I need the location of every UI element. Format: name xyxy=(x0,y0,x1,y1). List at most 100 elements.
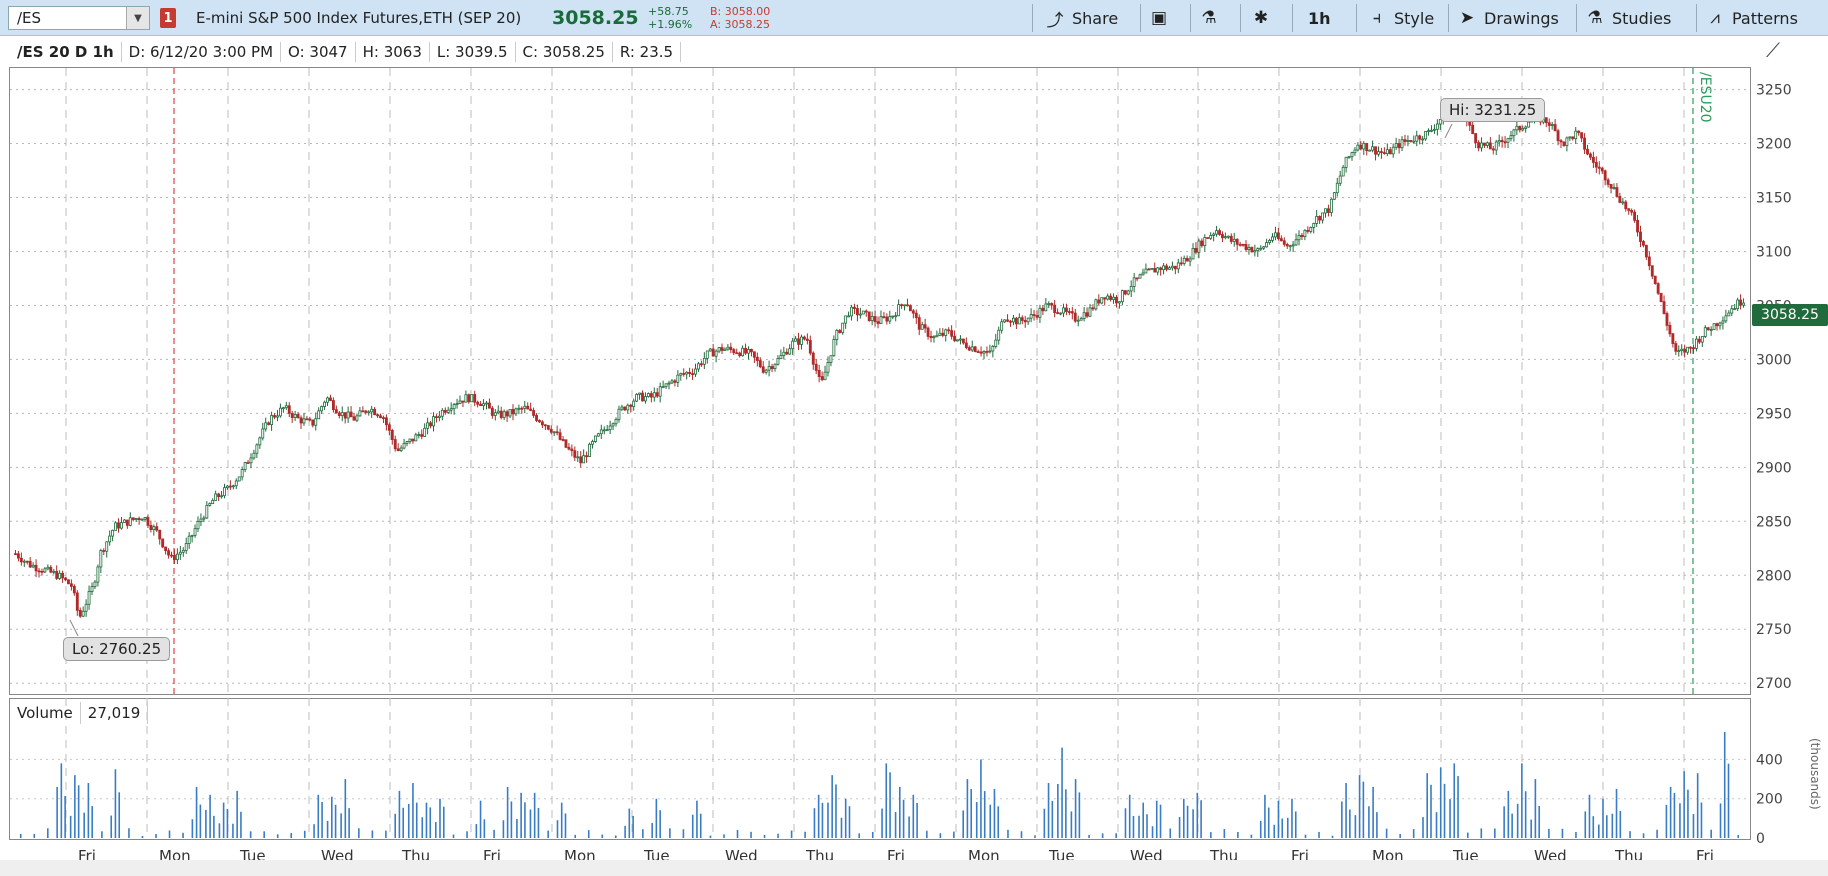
candle-body xyxy=(376,414,379,417)
candle-body xyxy=(1347,156,1351,159)
candle-body xyxy=(1041,307,1045,312)
volume-bar xyxy=(182,832,184,838)
candle-body xyxy=(1341,166,1345,177)
low-callout: Lo: 2760.25 xyxy=(63,637,171,661)
grid-lines xyxy=(10,68,1750,838)
candle-body xyxy=(1733,308,1737,311)
candle-body xyxy=(72,585,76,594)
candle-body xyxy=(137,518,141,520)
volume-bar xyxy=(939,833,942,838)
candle-body xyxy=(1038,307,1042,318)
volume-bar xyxy=(696,800,698,838)
candle-body xyxy=(1385,149,1389,155)
volume-bar xyxy=(1687,789,1689,838)
candle-body xyxy=(1597,166,1601,169)
volume-bar xyxy=(1196,792,1199,838)
candle-body xyxy=(1506,138,1510,143)
candle-body xyxy=(331,400,335,411)
candle-body xyxy=(1380,151,1383,153)
candle-body xyxy=(278,407,282,417)
volume-bar xyxy=(1078,792,1081,838)
candle-body xyxy=(973,346,977,352)
candle-body xyxy=(1303,229,1307,237)
candle-body xyxy=(61,572,65,579)
volume-bar xyxy=(997,806,1000,838)
candle-body xyxy=(755,356,759,361)
candle-body xyxy=(929,336,933,339)
candle-body xyxy=(93,581,97,588)
candle-body xyxy=(488,402,491,409)
volume-bar xyxy=(1210,832,1212,838)
candle-body xyxy=(1736,299,1740,310)
volume-bar xyxy=(993,788,996,838)
candle-body xyxy=(1017,317,1021,325)
volume-bar xyxy=(1629,831,1631,838)
candle-body xyxy=(673,380,677,383)
volume-bar xyxy=(1679,803,1681,838)
candle-body xyxy=(1639,231,1642,242)
candle-body xyxy=(234,480,238,487)
candle-body xyxy=(853,306,856,309)
candle-body xyxy=(1421,138,1425,141)
candle-body xyxy=(617,408,621,420)
candle-body xyxy=(1553,124,1557,132)
candle-body xyxy=(128,517,132,526)
candle-body xyxy=(1700,336,1704,343)
volume-bar xyxy=(1642,833,1645,838)
low-callout-pointer xyxy=(69,619,79,637)
candle-body xyxy=(1253,250,1257,253)
candle-body xyxy=(1112,296,1115,300)
candle-body xyxy=(1512,129,1516,137)
candle-body xyxy=(1633,211,1637,221)
volume-bar xyxy=(642,829,644,838)
candle-body xyxy=(334,409,338,414)
candle-body xyxy=(290,413,294,418)
volume-bar xyxy=(962,810,965,838)
candle-body xyxy=(455,403,459,405)
candle-body xyxy=(1371,146,1375,151)
candle-body xyxy=(858,313,862,316)
volume-bar xyxy=(537,807,540,838)
candle-body xyxy=(367,411,371,414)
candle-body xyxy=(994,339,998,347)
volume-bar xyxy=(1372,786,1374,838)
volume-bar xyxy=(624,825,626,838)
candle-body xyxy=(1497,139,1501,143)
candle-body xyxy=(667,382,671,385)
candle-body xyxy=(1318,215,1322,221)
candle-body xyxy=(808,340,812,354)
candle-body xyxy=(1079,318,1083,321)
volume-bar xyxy=(340,813,342,838)
candle-body xyxy=(1259,247,1263,250)
candle-body xyxy=(105,541,109,552)
candle-body xyxy=(273,415,276,418)
candle-body xyxy=(697,363,700,370)
candle-body xyxy=(1085,312,1089,317)
volume-bar xyxy=(442,806,445,838)
candle-body xyxy=(788,348,792,355)
volume-bar xyxy=(669,828,671,838)
candle-body xyxy=(302,418,306,424)
candle-body xyxy=(187,535,191,544)
price-chart[interactable]: /20/ESU20 2700 2750 2800 2850 2900 2950 3000 30… xyxy=(0,0,1828,876)
candle-body xyxy=(820,376,824,381)
candle-body xyxy=(1518,125,1522,131)
candle-body xyxy=(1226,235,1230,238)
volume-bar xyxy=(1466,832,1469,838)
volume-bar xyxy=(524,802,526,838)
candle-body xyxy=(785,351,789,355)
candle-body xyxy=(959,338,962,341)
volume-bar xyxy=(1592,816,1595,838)
candle-body xyxy=(526,405,530,410)
volume-bar xyxy=(560,802,563,838)
time-scrollbar[interactable] xyxy=(0,860,1828,876)
volume-bar xyxy=(415,802,418,838)
candle-body xyxy=(682,373,686,375)
candle-body xyxy=(1435,123,1439,130)
volume-bar xyxy=(101,831,103,838)
volume-bar xyxy=(326,820,329,838)
candle-body xyxy=(1524,126,1528,129)
candle-body xyxy=(953,335,956,341)
candle-body xyxy=(1056,312,1060,314)
volume-bar xyxy=(91,806,93,838)
